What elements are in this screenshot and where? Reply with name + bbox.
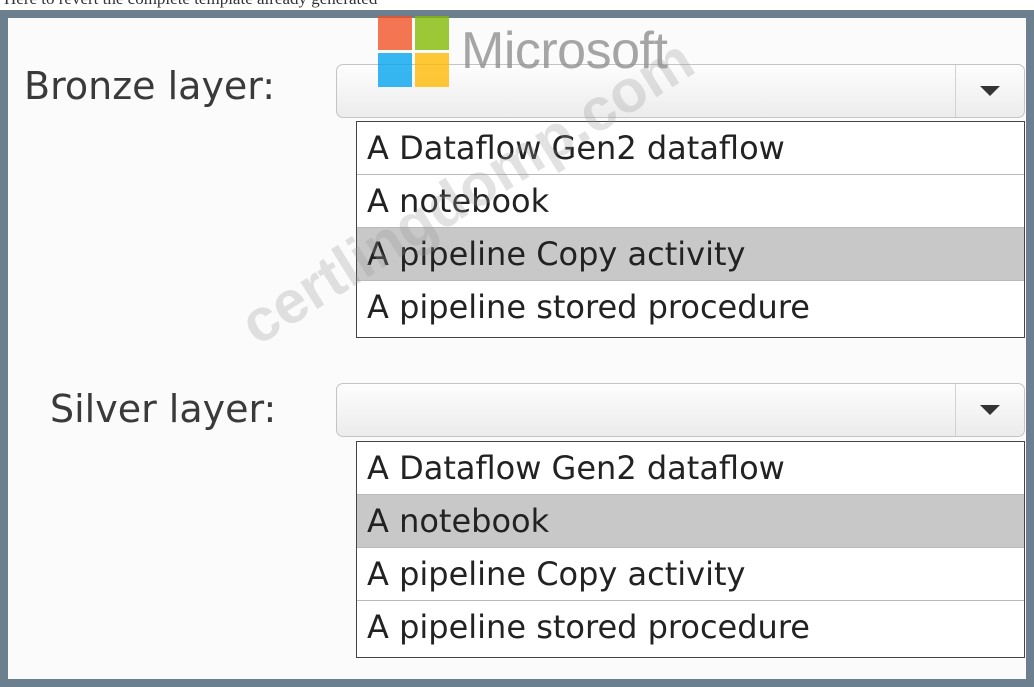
silver-option-notebook-selected[interactable]: A notebook bbox=[357, 495, 1024, 548]
silver-option-copy-activity[interactable]: A pipeline Copy activity bbox=[357, 548, 1024, 601]
bronze-dropdown-toggle[interactable] bbox=[955, 65, 1024, 117]
bronze-option-notebook[interactable]: A notebook bbox=[357, 175, 1024, 228]
answer-area-frame: Bronze layer: A Dataflow Gen2 dataflow A… bbox=[0, 10, 1034, 687]
clipped-header-text: Here to revert the complete template alr… bbox=[0, 0, 1034, 10]
silver-layer-label: Silver layer: bbox=[50, 387, 277, 431]
bronze-option-stored-procedure[interactable]: A pipeline stored procedure bbox=[357, 281, 1024, 334]
silver-dropdown-toggle[interactable] bbox=[955, 384, 1024, 436]
bronze-option-dataflow[interactable]: A Dataflow Gen2 dataflow bbox=[357, 122, 1024, 175]
bronze-options-list: A Dataflow Gen2 dataflow A notebook A pi… bbox=[356, 121, 1025, 338]
bronze-option-copy-activity-selected[interactable]: A pipeline Copy activity bbox=[357, 228, 1024, 281]
silver-option-stored-procedure[interactable]: A pipeline stored procedure bbox=[357, 601, 1024, 654]
silver-options-list: A Dataflow Gen2 dataflow A notebook A pi… bbox=[356, 441, 1025, 658]
chevron-down-icon bbox=[980, 405, 1000, 415]
chevron-down-icon bbox=[980, 86, 1000, 96]
silver-layer-dropdown[interactable] bbox=[336, 383, 1025, 437]
bronze-layer-dropdown[interactable] bbox=[336, 64, 1025, 118]
header-text: Here to revert the complete template alr… bbox=[4, 0, 377, 9]
silver-option-dataflow[interactable]: A Dataflow Gen2 dataflow bbox=[357, 442, 1024, 495]
bronze-layer-label: Bronze layer: bbox=[24, 64, 276, 108]
